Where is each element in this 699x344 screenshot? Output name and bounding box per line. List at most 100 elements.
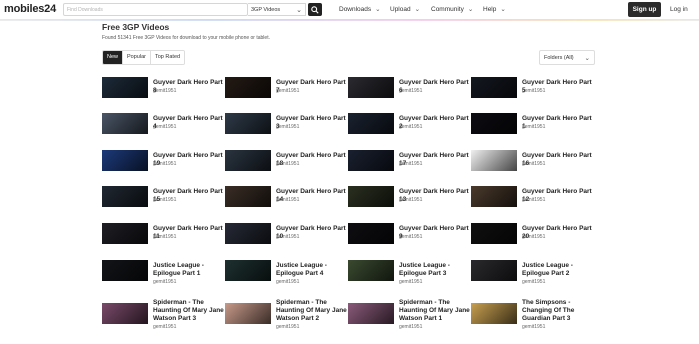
folder-filter-select[interactable]: Folders (All) ⌄	[539, 50, 595, 65]
video-thumbnail[interactable]	[348, 186, 394, 207]
video-title[interactable]: Justice League - Epilogue Part 1	[153, 262, 225, 278]
video-uploader[interactable]: gemit1951	[399, 161, 422, 167]
video-card[interactable]: Guyver Dark Hero Part 12 gemit1951	[471, 186, 594, 220]
video-thumbnail[interactable]	[471, 113, 517, 134]
video-card[interactable]: Justice League - Epilogue Part 2 gemit195…	[471, 260, 594, 294]
video-uploader[interactable]: gemit1951	[399, 279, 422, 285]
video-uploader[interactable]: gemit1951	[399, 197, 422, 203]
site-logo[interactable]: mobiles24	[4, 3, 56, 15]
video-thumbnail[interactable]	[102, 77, 148, 98]
tab-new[interactable]: New	[103, 51, 124, 64]
login-link[interactable]: Log in	[670, 6, 688, 13]
video-card[interactable]: Guyver Dark Hero Part 14 gemit1951	[225, 186, 348, 220]
video-uploader[interactable]: gemit1951	[522, 279, 545, 285]
video-thumbnail[interactable]	[225, 186, 271, 207]
video-thumbnail[interactable]	[348, 150, 394, 171]
video-card[interactable]: Guyver Dark Hero Part 1 gemit1951	[471, 113, 594, 147]
video-uploader[interactable]: gemit1951	[276, 234, 299, 240]
nav-help[interactable]: Help ⌄	[483, 5, 506, 13]
video-thumbnail[interactable]	[102, 113, 148, 134]
video-thumbnail[interactable]	[225, 260, 271, 281]
video-card[interactable]: Justice League - Epilogue Part 1 gemit195…	[102, 260, 225, 294]
video-uploader[interactable]: gemit1951	[522, 324, 545, 330]
search-button[interactable]	[308, 3, 322, 16]
video-card[interactable]: Spiderman - The Haunting Of Mary Jane Wa…	[102, 297, 225, 331]
video-title[interactable]: Justice League - Epilogue Part 4	[276, 262, 348, 278]
video-thumbnail[interactable]	[471, 77, 517, 98]
video-card[interactable]: Guyver Dark Hero Part 3 gemit1951	[225, 113, 348, 147]
video-uploader[interactable]: gemit1951	[399, 88, 422, 94]
video-thumbnail[interactable]	[348, 260, 394, 281]
video-uploader[interactable]: gemit1951	[399, 234, 422, 240]
video-card[interactable]: Guyver Dark Hero Part 18 gemit1951	[225, 150, 348, 184]
video-uploader[interactable]: gemit1951	[399, 124, 422, 130]
video-uploader[interactable]: gemit1951	[153, 197, 176, 203]
nav-downloads[interactable]: Downloads ⌄	[339, 5, 381, 13]
video-uploader[interactable]: gemit1951	[276, 124, 299, 130]
video-title[interactable]: Spiderman - The Haunting Of Mary Jane Wa…	[153, 299, 225, 323]
video-thumbnail[interactable]	[471, 223, 517, 244]
tab-popular[interactable]: Popular	[123, 51, 151, 64]
video-uploader[interactable]: gemit1951	[153, 279, 176, 285]
video-card[interactable]: Guyver Dark Hero Part 6 gemit1951	[348, 77, 471, 111]
video-uploader[interactable]: gemit1951	[153, 234, 176, 240]
video-thumbnail[interactable]	[348, 113, 394, 134]
video-title[interactable]: The Simpsons - Changing Of The Guardian …	[522, 299, 594, 323]
video-title[interactable]: Spiderman - The Haunting Of Mary Jane Wa…	[276, 299, 348, 323]
signup-button[interactable]: Sign up	[628, 2, 661, 17]
video-thumbnail[interactable]	[102, 186, 148, 207]
video-card[interactable]: Guyver Dark Hero Part 17 gemit1951	[348, 150, 471, 184]
video-card[interactable]: Guyver Dark Hero Part 2 gemit1951	[348, 113, 471, 147]
video-card[interactable]: The Simpsons - Changing Of The Guardian …	[471, 297, 594, 331]
video-thumbnail[interactable]	[471, 303, 517, 324]
video-uploader[interactable]: gemit1951	[153, 161, 176, 167]
video-thumbnail[interactable]	[225, 113, 271, 134]
video-card[interactable]: Guyver Dark Hero Part 7 gemit1951	[225, 77, 348, 111]
video-uploader[interactable]: gemit1951	[276, 279, 299, 285]
video-thumbnail[interactable]	[102, 303, 148, 324]
video-uploader[interactable]: gemit1951	[153, 124, 176, 130]
video-card[interactable]: Guyver Dark Hero Part 19 gemit1951	[102, 150, 225, 184]
video-uploader[interactable]: gemit1951	[153, 88, 176, 94]
video-uploader[interactable]: gemit1951	[522, 234, 545, 240]
video-thumbnail[interactable]	[225, 223, 271, 244]
video-thumbnail[interactable]	[348, 303, 394, 324]
video-card[interactable]: Justice League - Epilogue Part 3 gemit195…	[348, 260, 471, 294]
video-uploader[interactable]: gemit1951	[153, 324, 176, 330]
video-uploader[interactable]: gemit1951	[522, 124, 545, 130]
video-card[interactable]: Guyver Dark Hero Part 4 gemit1951	[102, 113, 225, 147]
video-card[interactable]: Spiderman - The Haunting Of Mary Jane Wa…	[225, 297, 348, 331]
video-thumbnail[interactable]	[225, 77, 271, 98]
video-card[interactable]: Guyver Dark Hero Part 20 gemit1951	[471, 223, 594, 257]
search-category-select[interactable]: 3GP Videos ⌄	[248, 3, 306, 16]
video-uploader[interactable]: gemit1951	[276, 88, 299, 94]
video-card[interactable]: Guyver Dark Hero Part 10 gemit1951	[225, 223, 348, 257]
video-uploader[interactable]: gemit1951	[276, 197, 299, 203]
video-card[interactable]: Guyver Dark Hero Part 16 gemit1951	[471, 150, 594, 184]
video-title[interactable]: Justice League - Epilogue Part 2	[522, 262, 594, 278]
video-card[interactable]: Guyver Dark Hero Part 8 gemit1951	[102, 77, 225, 111]
nav-upload[interactable]: Upload ⌄	[390, 5, 420, 13]
video-card[interactable]: Guyver Dark Hero Part 5 gemit1951	[471, 77, 594, 111]
video-thumbnail[interactable]	[102, 223, 148, 244]
video-uploader[interactable]: gemit1951	[399, 324, 422, 330]
search-input[interactable]	[63, 3, 248, 16]
video-title[interactable]: Spiderman - The Haunting Of Mary Jane Wa…	[399, 299, 471, 323]
video-thumbnail[interactable]	[102, 150, 148, 171]
video-card[interactable]: Guyver Dark Hero Part 11 gemit1951	[102, 223, 225, 257]
video-thumbnail[interactable]	[471, 186, 517, 207]
video-thumbnail[interactable]	[471, 150, 517, 171]
video-uploader[interactable]: gemit1951	[522, 88, 545, 94]
tab-top-rated[interactable]: Top Rated	[150, 51, 185, 64]
video-thumbnail[interactable]	[225, 303, 271, 324]
video-uploader[interactable]: gemit1951	[522, 197, 545, 203]
video-thumbnail[interactable]	[102, 260, 148, 281]
video-card[interactable]: Spiderman - The Haunting Of Mary Jane Wa…	[348, 297, 471, 331]
video-thumbnail[interactable]	[348, 77, 394, 98]
nav-community[interactable]: Community ⌄	[431, 5, 473, 13]
video-uploader[interactable]: gemit1951	[276, 161, 299, 167]
video-thumbnail[interactable]	[471, 260, 517, 281]
video-uploader[interactable]: gemit1951	[522, 161, 545, 167]
video-uploader[interactable]: gemit1951	[276, 324, 299, 330]
video-card[interactable]: Justice League - Epilogue Part 4 gemit195…	[225, 260, 348, 294]
